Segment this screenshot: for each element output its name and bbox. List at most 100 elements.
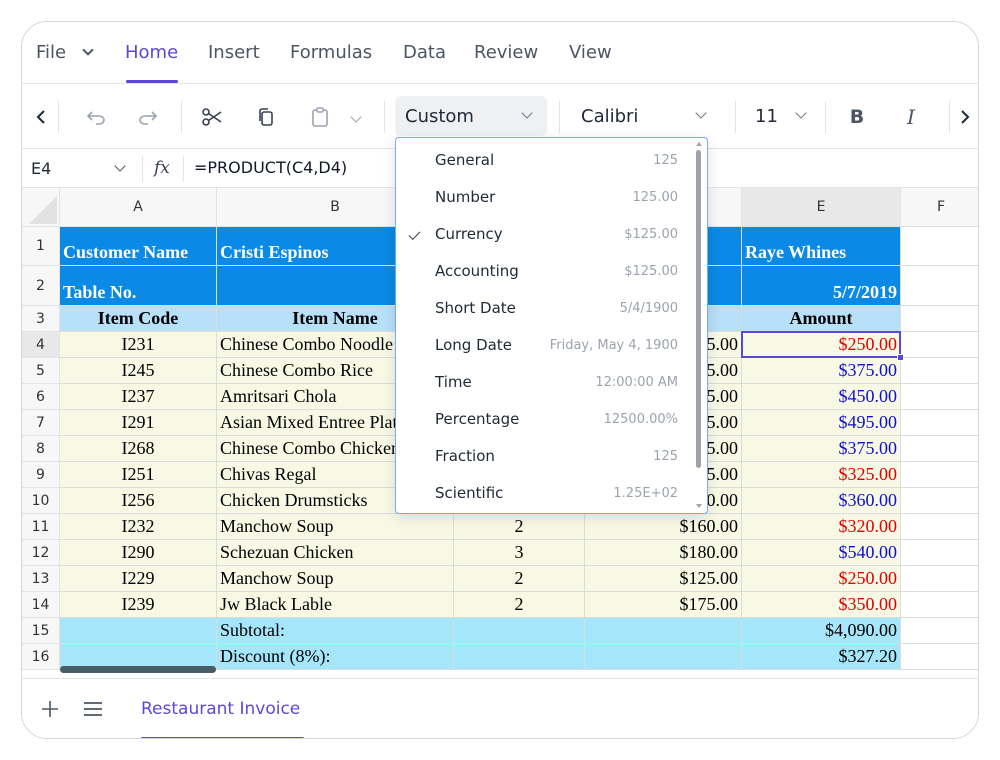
cell-b14[interactable]: Jw Black Lable [217,592,454,618]
cell-a3[interactable]: Item Code [60,306,217,332]
cell-e2[interactable]: 5/7/2019 [742,266,901,306]
cell-e15[interactable]: $4,090.00 [742,618,901,644]
cell-f7[interactable] [901,410,978,436]
cell-e8[interactable]: $375.00 [742,436,901,462]
row-header-4[interactable]: 4 [22,332,60,358]
cell-f15[interactable] [901,618,978,644]
column-header-e[interactable]: E [742,188,901,227]
cell-f9[interactable] [901,462,978,488]
cell-f4[interactable] [901,332,978,358]
copy-icon[interactable] [250,85,282,149]
cell-f12[interactable] [901,540,978,566]
row-header-15[interactable]: 15 [22,618,60,644]
cell-b16[interactable]: Discount (8%): [217,644,454,670]
column-header-f[interactable]: F [901,188,978,227]
tab-file[interactable]: File [36,42,66,63]
row-header-13[interactable]: 13 [22,566,60,592]
cell-f11[interactable] [901,514,978,540]
font-name-dropdown[interactable]: Calibri [571,96,721,136]
cell-f13[interactable] [901,566,978,592]
name-box-chevron-down-icon[interactable] [114,160,126,172]
row-header-7[interactable]: 7 [22,410,60,436]
cell-c15[interactable] [454,618,585,644]
row-header-2[interactable]: 2 [22,266,60,306]
row-header-8[interactable]: 8 [22,436,60,462]
cut-icon[interactable] [196,85,228,149]
scroll-up-arrow-icon[interactable] [696,142,702,146]
bold-icon[interactable]: B [840,85,874,149]
row-header-10[interactable]: 10 [22,488,60,514]
cell-a2[interactable]: Table No. [60,266,217,306]
font-size-dropdown[interactable]: 11 [745,96,815,136]
paste-icon[interactable] [304,85,336,149]
redo-icon[interactable] [132,85,164,149]
undo-icon[interactable] [80,85,112,149]
cell-f1[interactable] [901,227,978,266]
cell-b15[interactable]: Subtotal: [217,618,454,644]
cell-f14[interactable] [901,592,978,618]
horizontal-scrollbar[interactable] [60,666,216,673]
number-format-option-currency[interactable]: Currency $125.00 [396,218,696,255]
chevron-right-icon[interactable] [952,85,978,149]
cell-a12[interactable]: I290 [60,540,217,566]
cell-b13[interactable]: Manchow Soup [217,566,454,592]
cell-b11[interactable]: Manchow Soup [217,514,454,540]
cell-e10[interactable]: $360.00 [742,488,901,514]
cell-d15[interactable] [585,618,742,644]
cell-a8[interactable]: I268 [60,436,217,462]
cell-e16[interactable]: $327.20 [742,644,901,670]
number-format-option-accounting[interactable]: Accounting $125.00 [396,255,696,292]
cell-a6[interactable]: I237 [60,384,217,410]
number-format-option-fraction[interactable]: Fraction 125 [396,440,696,477]
chevron-left-icon[interactable] [26,85,56,149]
cell-a7[interactable]: I291 [60,410,217,436]
name-box[interactable]: E4 [31,159,51,178]
cell-e6[interactable]: $450.00 [742,384,901,410]
row-header-11[interactable]: 11 [22,514,60,540]
row-header-6[interactable]: 6 [22,384,60,410]
cell-e1[interactable]: Raye Whines [742,227,901,266]
cell-f10[interactable] [901,488,978,514]
cell-e12[interactable]: $540.00 [742,540,901,566]
number-format-option-scientific[interactable]: Scientific 1.25E+02 [396,477,696,513]
paste-options-chevron-down-icon[interactable] [344,85,368,149]
number-format-option-general[interactable]: General 125 [396,144,696,181]
cell-a14[interactable]: I239 [60,592,217,618]
cell-c16[interactable] [454,644,585,670]
tab-home[interactable]: Home [125,42,178,63]
cell-f2[interactable] [901,266,978,306]
cell-e4[interactable]: $250.00 [742,332,901,358]
cell-b12[interactable]: Schezuan Chicken [217,540,454,566]
row-header-14[interactable]: 14 [22,592,60,618]
cell-e9[interactable]: $325.00 [742,462,901,488]
cell-a1[interactable]: Customer Name [60,227,217,266]
cell-a5[interactable]: I245 [60,358,217,384]
cell-c13[interactable]: 2 [454,566,585,592]
cell-f16[interactable] [901,644,978,670]
cell-a9[interactable]: I251 [60,462,217,488]
cell-a13[interactable]: I229 [60,566,217,592]
tab-review[interactable]: Review [474,42,538,63]
cell-f6[interactable] [901,384,978,410]
number-format-option-number[interactable]: Number 125.00 [396,181,696,218]
row-header-1[interactable]: 1 [22,227,60,266]
cell-f5[interactable] [901,358,978,384]
number-format-option-percentage[interactable]: Percentage 12500.00% [396,403,696,440]
cell-a11[interactable]: I232 [60,514,217,540]
fill-handle[interactable] [897,354,904,361]
cell-c14[interactable]: 2 [454,592,585,618]
cell-c12[interactable]: 3 [454,540,585,566]
column-header-a[interactable]: A [60,188,217,227]
cell-d13[interactable]: $125.00 [585,566,742,592]
tab-formulas[interactable]: Formulas [290,42,372,63]
tab-insert[interactable]: Insert [208,42,260,63]
italic-icon[interactable]: I [894,85,928,149]
cell-e7[interactable]: $495.00 [742,410,901,436]
number-format-option-long-date[interactable]: Long Date Friday, May 4, 1900 [396,329,696,366]
sheet-list-menu-icon[interactable] [83,700,103,723]
row-header-16[interactable]: 16 [22,644,60,670]
cell-e5[interactable]: $375.00 [742,358,901,384]
cell-d14[interactable]: $175.00 [585,592,742,618]
cell-a4[interactable]: I231 [60,332,217,358]
scroll-down-arrow-icon[interactable] [696,504,702,508]
